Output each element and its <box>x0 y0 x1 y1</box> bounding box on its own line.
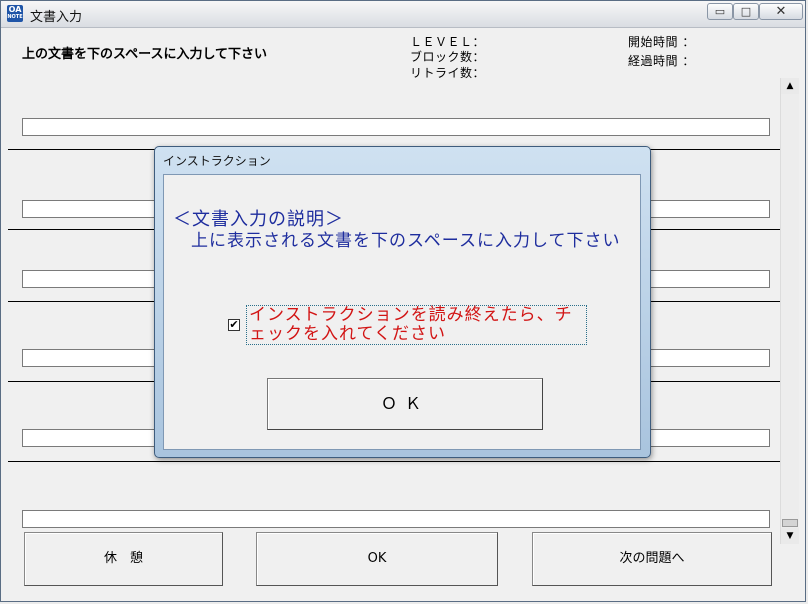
scroll-up-icon[interactable]: ▲ <box>781 78 799 94</box>
dialog-heading: ＜文書入力の説明＞ <box>173 209 344 230</box>
ok-button[interactable]: OK <box>256 532 498 586</box>
text-input-6[interactable] <box>22 510 770 528</box>
app-logo-icon: OA NOTE <box>7 5 23 22</box>
retry-count-label: リトライ数： <box>410 66 486 80</box>
elapsed-time-label: 経過時間 ： <box>628 54 695 68</box>
checkmark-icon: ✔ <box>229 318 239 331</box>
instruction-text: 上の文書を下のスペースに入力して下さい <box>22 47 268 62</box>
maximize-button[interactable]: □ <box>733 3 759 20</box>
dialog-description: 上に表示される文書を下のスペースに入力して下さい <box>191 231 621 251</box>
title-bar[interactable]: OA NOTE 文書入力 ▭ □ ✕ <box>1 1 805 28</box>
instruction-dialog: インストラクション ＜文書入力の説明＞ 上に表示される文書を下のスペースに入力し… <box>154 146 651 458</box>
dialog-title: インストラクション <box>163 154 271 168</box>
window-title: 文書入力 <box>30 10 83 25</box>
read-confirm-label[interactable]: インストラクションを読み終えたら、チェックを入れてください <box>246 305 587 345</box>
start-time-label: 開始時間 ： <box>628 35 695 49</box>
minimize-button[interactable]: ▭ <box>707 3 733 20</box>
close-button[interactable]: ✕ <box>759 3 803 20</box>
row-divider <box>8 461 780 462</box>
next-problem-button[interactable]: 次の問題へ <box>532 532 772 586</box>
dialog-content: ＜文書入力の説明＞ 上に表示される文書を下のスペースに入力して下さい ✔ インス… <box>163 174 641 450</box>
scroll-thumb[interactable] <box>782 519 798 527</box>
dialog-ok-button[interactable]: ＯＫ <box>267 378 543 430</box>
text-input-1[interactable] <box>22 118 770 136</box>
break-button[interactable]: 休 憩 <box>24 532 223 586</box>
block-count-label: ブロック数： <box>410 50 486 64</box>
scroll-down-icon[interactable]: ▼ <box>781 528 799 544</box>
read-confirm-checkbox[interactable]: ✔ <box>228 319 240 331</box>
vertical-scrollbar[interactable]: ▲ ▼ <box>780 78 799 544</box>
